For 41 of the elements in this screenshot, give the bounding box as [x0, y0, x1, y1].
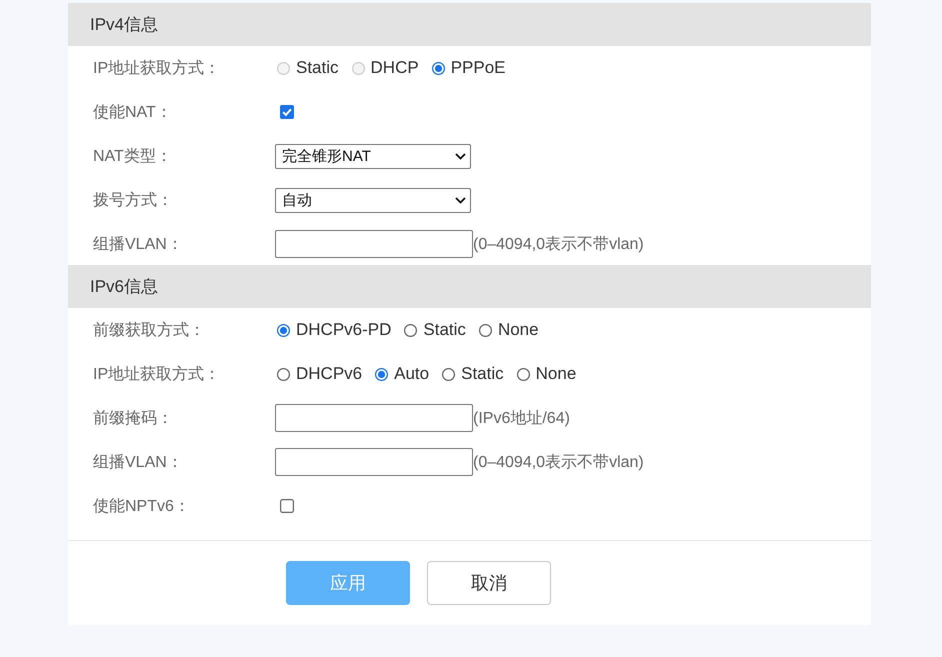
checkbox[interactable]	[280, 499, 294, 513]
field-label: 使能NPTv6：	[93, 496, 191, 516]
chevron-down-icon	[455, 152, 466, 160]
radio-button[interactable]	[432, 62, 445, 74]
field-label: 前缀掩码：	[93, 408, 174, 428]
field-label: NAT类型：	[93, 146, 173, 166]
field-label: 拨号方式：	[93, 190, 174, 210]
field-label: IP地址获取方式：	[93, 58, 222, 78]
field-label: 组播VLAN：	[93, 234, 184, 254]
field-hint: (0–4094,0表示不带vlan)	[473, 234, 644, 254]
radio-button[interactable]	[277, 324, 290, 336]
radio-label[interactable]: Auto	[394, 364, 430, 384]
field-label: 使能NAT：	[93, 102, 173, 122]
radio-button[interactable]	[442, 368, 456, 380]
radio-button[interactable]	[277, 368, 290, 380]
input-field[interactable]	[275, 448, 473, 476]
field-hint: (0–4094,0表示不带vlan)	[473, 452, 644, 472]
section-title: IPv6信息	[90, 276, 158, 298]
field-label: IP地址获取方式：	[93, 364, 222, 384]
cancel-button[interactable]: 取消	[427, 561, 551, 605]
field-label: 组播VLAN：	[93, 452, 184, 472]
radio-label[interactable]: Static	[423, 320, 466, 340]
radio-label[interactable]: None	[536, 364, 576, 384]
radio-label[interactable]: Static	[461, 364, 504, 384]
radio-label[interactable]: DHCPv6	[296, 364, 362, 384]
field-label: 前缀获取方式：	[93, 320, 206, 340]
radio-button[interactable]	[478, 324, 492, 336]
radio-button[interactable]	[375, 368, 388, 380]
radio-label[interactable]: None	[498, 320, 539, 340]
radio-label[interactable]: PPPoE	[450, 58, 506, 78]
checkbox[interactable]	[280, 105, 294, 119]
dropdown[interactable]: 自动	[275, 188, 471, 212]
input-field[interactable]	[275, 404, 473, 432]
radio-button[interactable]	[516, 368, 530, 380]
input-field[interactable]	[275, 230, 473, 258]
dropdown[interactable]: 完全锥形NAT	[275, 144, 471, 168]
chevron-down-icon	[455, 196, 466, 204]
field-hint: (IPv6地址/64)	[473, 408, 570, 428]
section-title: IPv4信息	[90, 14, 158, 36]
radio-button[interactable]	[404, 324, 418, 336]
radio-label[interactable]: DHCPv6-PD	[296, 320, 392, 340]
